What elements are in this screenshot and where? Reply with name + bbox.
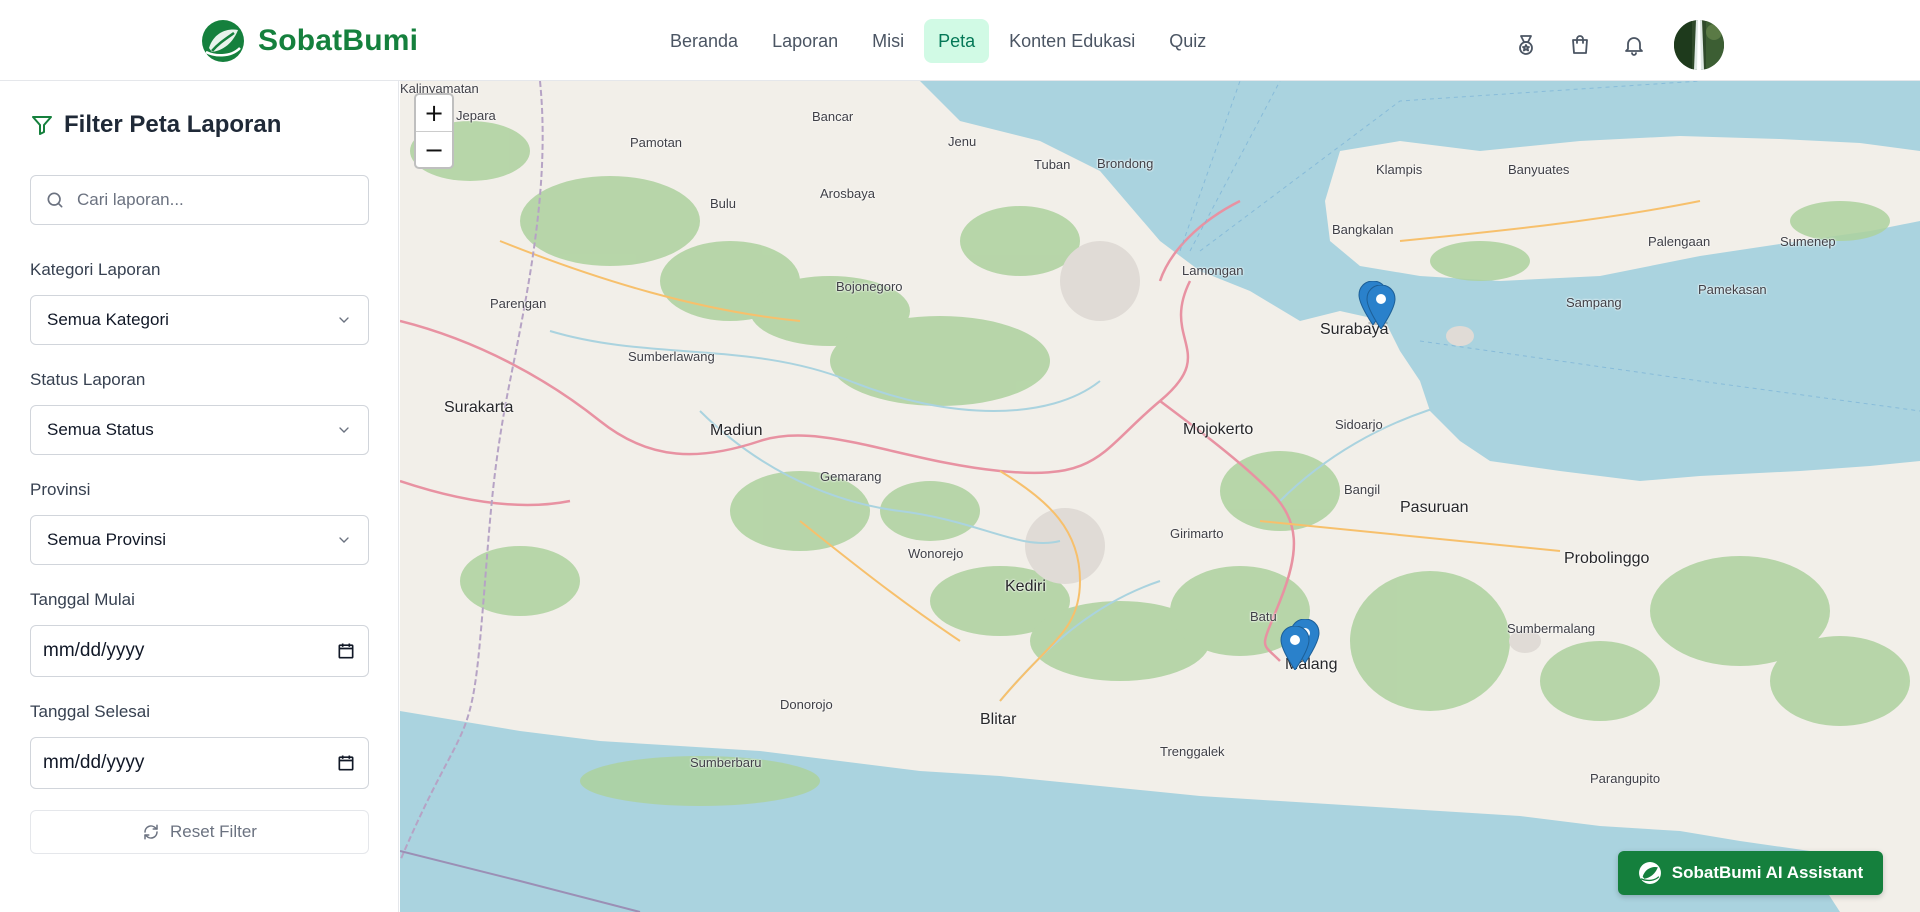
map-town-label: Sumbermalang: [1507, 621, 1596, 636]
logo-icon: [1638, 862, 1661, 884]
nav-peta[interactable]: Peta: [924, 19, 990, 63]
top-navbar: SobatBumi Beranda Laporan Misi Peta Kont…: [0, 0, 1920, 81]
search-field[interactable]: [30, 175, 369, 225]
province-label: Provinsi: [30, 480, 91, 499]
map-city-label: Sampang: [1566, 295, 1622, 310]
nav-quiz[interactable]: Quiz: [1155, 19, 1220, 63]
search-icon: [47, 192, 63, 208]
zoom-in-button[interactable]: +: [416, 95, 452, 131]
report-marker-pin[interactable]: [1366, 285, 1396, 329]
map-town-label: Sumberlawang: [628, 349, 715, 364]
chevron-down-icon: [339, 317, 349, 323]
nav-beranda[interactable]: Beranda: [656, 19, 752, 63]
reset-filter-button[interactable]: Reset Filter: [30, 810, 369, 854]
refresh-icon: [144, 824, 158, 840]
nav-laporan[interactable]: Laporan: [758, 19, 852, 63]
map-city-label: Madiun: [710, 422, 763, 439]
main-nav: Beranda Laporan Misi Peta Konten Edukasi…: [656, 19, 1220, 63]
map-city-label: Bangil: [1344, 482, 1381, 497]
filter-sidebar: Filter Peta Laporan Kategori Laporan Sem…: [0, 81, 399, 912]
status-select-value: Semua Status: [47, 420, 154, 439]
chevron-down-icon: [339, 537, 349, 543]
calendar-icon[interactable]: [336, 641, 356, 661]
report-marker-pin[interactable]: [1280, 626, 1310, 670]
report-map[interactable]: Surakarta Madiun Kediri Blitar Mojokerto…: [400, 81, 1920, 912]
map-town-label: Jenu: [948, 134, 977, 149]
reset-filter-label: Reset Filter: [170, 822, 257, 841]
ai-assistant-button[interactable]: SobatBumi AI Assistant: [1618, 851, 1883, 895]
nav-konten-edukasi[interactable]: Konten Edukasi: [995, 19, 1149, 63]
zoom-control: + −: [414, 93, 454, 169]
map-town-label: Klampis: [1376, 162, 1423, 177]
category-select-value: Semua Kategori: [47, 310, 169, 329]
map-city-label: Kediri: [1005, 578, 1046, 595]
province-select[interactable]: Semua Provinsi: [30, 515, 369, 565]
search-input[interactable]: [77, 190, 337, 210]
header-actions: [1510, 20, 1724, 70]
map-city-label: Bojonegoro: [836, 279, 903, 294]
map-town-label: Brondong: [1097, 156, 1154, 171]
map-town-label: Parengan: [490, 296, 547, 311]
start-date-value: mm/dd/yyyy: [43, 640, 145, 661]
map-city-label: Tuban: [1034, 157, 1071, 172]
map-city-label: Sidoarjo: [1335, 417, 1383, 432]
map-tiles: [400, 81, 1920, 912]
category-label: Kategori Laporan: [30, 260, 161, 279]
nav-misi[interactable]: Misi: [858, 19, 918, 63]
filter-title-text: Filter Peta Laporan: [64, 111, 282, 138]
map-town-label: Banyuates: [1508, 162, 1570, 177]
map-town-label: Trenggalek: [1160, 744, 1225, 759]
start-date-label: Tanggal Mulai: [30, 590, 135, 609]
map-town-label: Sumberbaru: [690, 755, 762, 770]
map-town-label: Girimarto: [1170, 526, 1224, 541]
map-city-label: Probolinggo: [1564, 550, 1650, 567]
category-select[interactable]: Semua Kategori: [30, 295, 369, 345]
map-town-label: Sumenep: [1780, 234, 1836, 249]
start-date-input[interactable]: mm/dd/yyyy: [30, 625, 369, 677]
end-date-input[interactable]: mm/dd/yyyy: [30, 737, 369, 789]
map-city-label: Batu: [1250, 609, 1277, 624]
map-city-label: Pasuruan: [1400, 499, 1469, 516]
brand-name: SobatBumi: [258, 24, 419, 57]
map-city-label: Surakarta: [444, 399, 514, 416]
map-city-label: Lamongan: [1182, 263, 1244, 278]
map-town-label: Bulu: [710, 196, 737, 211]
filter-icon: [32, 116, 52, 135]
map-town-label: Arosbaya: [820, 186, 875, 201]
status-label: Status Laporan: [30, 370, 146, 389]
avatar[interactable]: [1674, 20, 1724, 70]
shopping-bag-icon[interactable]: [1564, 25, 1596, 65]
map-town-label: Gemarang: [820, 469, 882, 484]
map-town-label: Pamotan: [630, 135, 683, 150]
end-date-label: Tanggal Selesai: [30, 702, 151, 721]
chevron-down-icon: [339, 427, 349, 433]
zoom-out-button[interactable]: −: [416, 131, 452, 167]
calendar-icon[interactable]: [336, 753, 356, 773]
map-town-label: Bancar: [812, 109, 854, 124]
badge-icon[interactable]: [1510, 25, 1542, 65]
map-town-label: Palengaan: [1648, 234, 1711, 249]
logo-icon: [202, 20, 244, 62]
map-town-label: Donorojo: [780, 697, 833, 712]
map-city-label: Bangkalan: [1332, 222, 1394, 237]
province-select-value: Semua Provinsi: [47, 530, 167, 549]
map-city-label: Pamekasan: [1698, 282, 1767, 297]
end-date-value: mm/dd/yyyy: [43, 752, 145, 773]
map-town-label: Wonorejo: [908, 546, 964, 561]
map-town-label: Jepara: [456, 108, 496, 123]
map-city-label: Blitar: [980, 711, 1017, 728]
brand[interactable]: SobatBumi: [200, 18, 418, 64]
bell-icon[interactable]: [1618, 25, 1650, 65]
filter-title: Filter Peta Laporan: [30, 111, 281, 139]
ai-assistant-label: SobatBumi AI Assistant: [1671, 863, 1864, 882]
status-select[interactable]: Semua Status: [30, 405, 369, 455]
map-city-label: Mojokerto: [1183, 421, 1254, 438]
map-town-label: Parangupito: [1590, 771, 1661, 786]
